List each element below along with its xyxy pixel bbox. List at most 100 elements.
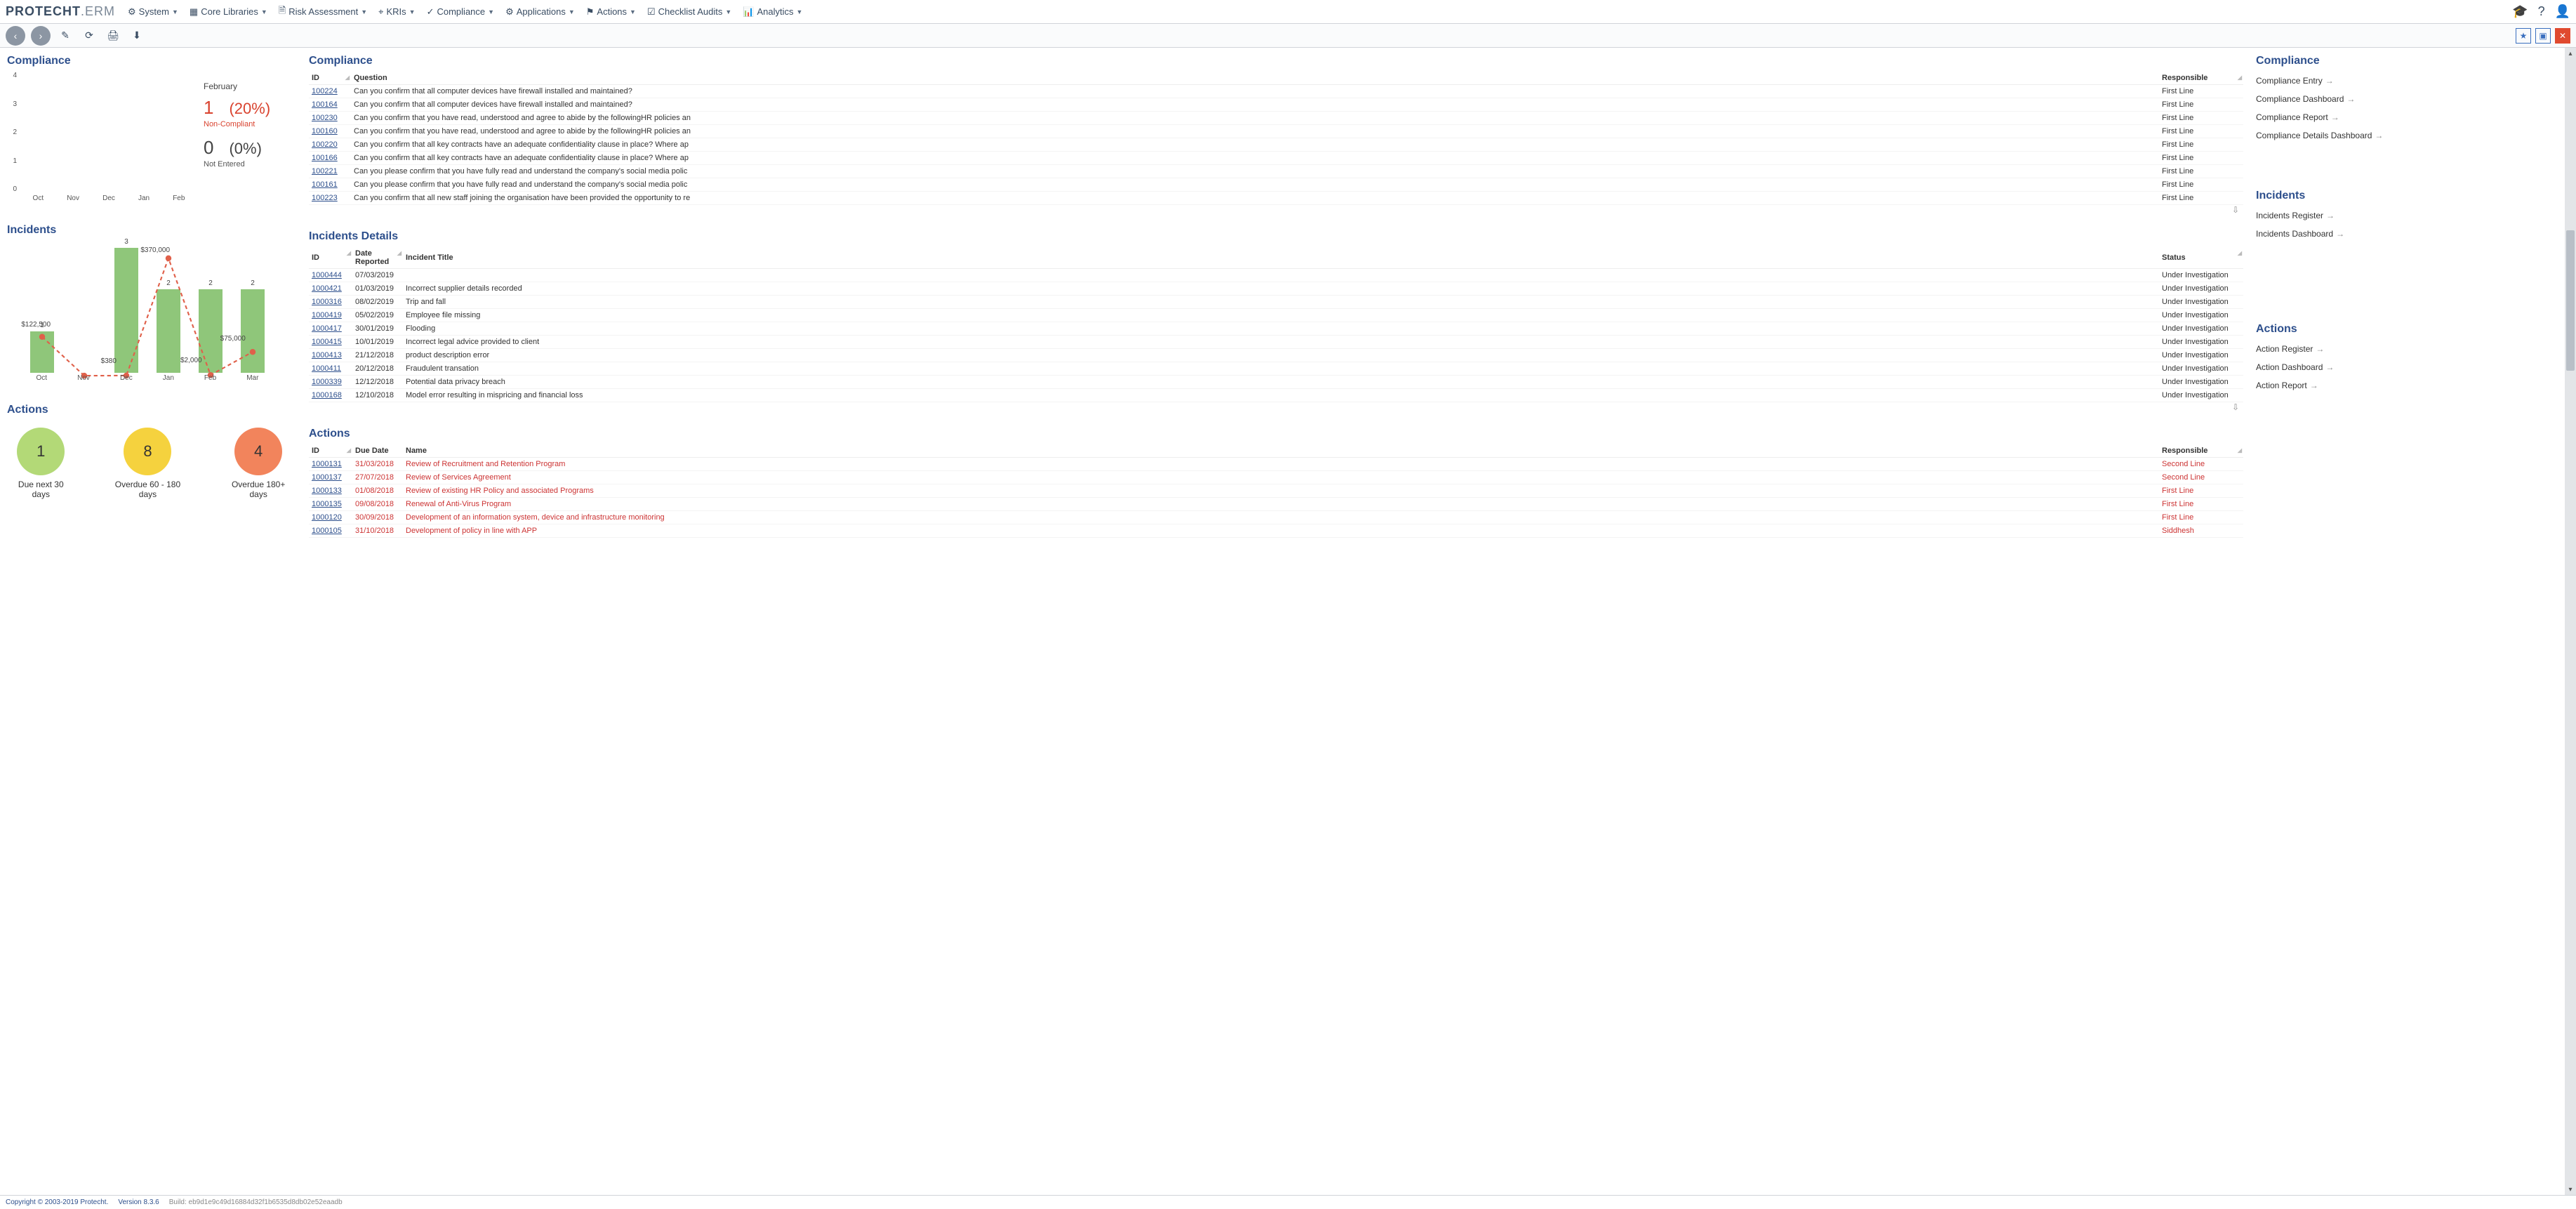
table-row[interactable]: 100031608/02/2019Trip and fallUnder Inve… (309, 296, 2243, 309)
action-circle[interactable]: 8Overdue 60 - 180 days (107, 428, 189, 499)
menu-item-applications[interactable]: ⚙Applications▼ (501, 1, 579, 22)
cell-id[interactable]: 1000105 (309, 524, 352, 538)
compliance-table[interactable]: ID◢ Question Responsible◢ 100224Can you … (309, 72, 2243, 205)
id-link[interactable]: 1000339 (312, 378, 342, 386)
cell-id[interactable]: 1000419 (309, 309, 352, 322)
table-row[interactable]: 100230Can you confirm that you have read… (309, 112, 2243, 125)
th-title[interactable]: Incident Title (403, 247, 2159, 269)
th-id[interactable]: ID◢ (309, 444, 352, 458)
nav-link-compliance-details-dashboard[interactable]: Compliance Details Dashboard → (2256, 126, 2559, 145)
cell-id[interactable]: 1000316 (309, 296, 352, 309)
table-row[interactable]: 100013131/03/2018Review of Recruitment a… (309, 458, 2243, 471)
table-row[interactable]: 100012030/09/2018Development of an infor… (309, 511, 2243, 524)
table-row[interactable]: 100220Can you confirm that all key contr… (309, 138, 2243, 152)
id-link[interactable]: 100224 (312, 87, 338, 95)
th-date[interactable]: Date Reported◢ (352, 247, 403, 269)
maximize-button[interactable]: ▣ (2535, 28, 2551, 44)
id-link[interactable]: 100166 (312, 154, 338, 162)
menu-item-kris[interactable]: ⌖KRIs▼ (374, 1, 419, 22)
close-button[interactable]: ✕ (2555, 28, 2570, 44)
cell-id[interactable]: 1000417 (309, 322, 352, 336)
table-row[interactable]: 100161Can you please confirm that you ha… (309, 178, 2243, 192)
cell-id[interactable]: 100223 (309, 192, 351, 205)
id-link[interactable]: 1000120 (312, 513, 342, 522)
action-circle[interactable]: 1Due next 30 days (10, 428, 72, 499)
graduation-icon[interactable]: 🎓 (2512, 4, 2528, 19)
table-row[interactable]: 100224Can you confirm that all computer … (309, 85, 2243, 98)
table-row[interactable]: 100013301/08/2018Review of existing HR P… (309, 484, 2243, 498)
table-row[interactable]: 100033912/12/2018Potential data privacy … (309, 376, 2243, 389)
forward-button[interactable]: › (31, 26, 51, 46)
menu-item-core-libraries[interactable]: ▦Core Libraries▼ (185, 1, 272, 22)
print-button[interactable]: 🖨 (104, 26, 122, 46)
th-id[interactable]: ID◢ (309, 247, 352, 269)
help-icon[interactable]: ? (2538, 4, 2545, 19)
nav-link-action-report[interactable]: Action Report → (2256, 376, 2559, 395)
id-link[interactable]: 100230 (312, 114, 338, 122)
edit-button[interactable]: ✎ (56, 26, 74, 46)
cell-id[interactable]: 1000413 (309, 349, 352, 362)
footer-copyright[interactable]: Copyright © 2003-2019 Protecht. (6, 1198, 108, 1206)
user-icon[interactable]: 👤 (2555, 4, 2570, 19)
nav-link-incidents-dashboard[interactable]: Incidents Dashboard → (2256, 225, 2559, 243)
th-question[interactable]: Question (351, 72, 2159, 85)
th-due[interactable]: Due Date (352, 444, 403, 458)
id-link[interactable]: 100160 (312, 127, 338, 136)
id-link[interactable]: 1000419 (312, 311, 342, 319)
id-link[interactable]: 100220 (312, 140, 338, 149)
cell-id[interactable]: 100160 (309, 125, 351, 138)
table-row[interactable]: 100223Can you confirm that all new staff… (309, 192, 2243, 205)
nav-link-compliance-dashboard[interactable]: Compliance Dashboard → (2256, 90, 2559, 108)
id-link[interactable]: 100161 (312, 180, 338, 189)
id-link[interactable]: 100223 (312, 194, 338, 202)
id-link[interactable]: 1000316 (312, 298, 342, 306)
compliance-bar-chart[interactable]: 43210 OctNovDecJanFeb (7, 72, 197, 209)
table-row[interactable]: 100041321/12/2018product description err… (309, 349, 2243, 362)
table-row[interactable]: 100041730/01/2019FloodingUnder Investiga… (309, 322, 2243, 336)
cell-id[interactable]: 1000421 (309, 282, 352, 296)
incidents-table[interactable]: ID◢ Date Reported◢ Incident Title Status… (309, 247, 2243, 402)
id-link[interactable]: 1000133 (312, 487, 342, 495)
favorite-button[interactable]: ★ (2516, 28, 2531, 44)
id-link[interactable]: 1000137 (312, 473, 342, 482)
table-row[interactable]: 100044407/03/2019Under Investigation (309, 269, 2243, 282)
menu-item-system[interactable]: ⚙System▼ (124, 1, 182, 22)
action-circle[interactable]: 4Overdue 180+ days (223, 428, 293, 499)
scroll-thumb[interactable] (2566, 230, 2575, 371)
table-row[interactable]: 100016812/10/2018Model error resulting i… (309, 389, 2243, 402)
table-row[interactable]: 100221Can you please confirm that you ha… (309, 165, 2243, 178)
cell-id[interactable]: 100220 (309, 138, 351, 152)
vertical-scrollbar[interactable]: ▴ ▾ (2565, 48, 2576, 1195)
compliance-scroll-down[interactable]: ⇩ (309, 205, 2243, 215)
nav-link-action-dashboard[interactable]: Action Dashboard → (2256, 358, 2559, 376)
id-link[interactable]: 1000105 (312, 527, 342, 535)
cell-id[interactable]: 1000120 (309, 511, 352, 524)
table-row[interactable]: 100166Can you confirm that all key contr… (309, 152, 2243, 165)
table-row[interactable]: 100013727/07/2018Review of Services Agre… (309, 471, 2243, 484)
cell-id[interactable]: 1000133 (309, 484, 352, 498)
scroll-down-arrow[interactable]: ▾ (2565, 1184, 2576, 1195)
menu-item-checklist-audits[interactable]: ☑Checklist Audits▼ (643, 1, 736, 22)
table-row[interactable]: 100041905/02/2019Employee file missingUn… (309, 309, 2243, 322)
cell-id[interactable]: 1000168 (309, 389, 352, 402)
nav-link-incidents-register[interactable]: Incidents Register → (2256, 206, 2559, 225)
cell-id[interactable]: 100161 (309, 178, 351, 192)
cell-id[interactable]: 100224 (309, 85, 351, 98)
nav-link-compliance-entry[interactable]: Compliance Entry → (2256, 72, 2559, 90)
refresh-button[interactable]: ⟳ (80, 26, 98, 46)
th-status[interactable]: Status◢ (2159, 247, 2243, 269)
cell-id[interactable]: 1000137 (309, 471, 352, 484)
cell-id[interactable]: 1000131 (309, 458, 352, 471)
table-row[interactable]: 100013509/08/2018Renewal of Anti-Virus P… (309, 498, 2243, 511)
menu-item-analytics[interactable]: 📊Analytics▼ (738, 1, 806, 22)
id-link[interactable]: 1000421 (312, 284, 342, 293)
id-link[interactable]: 100221 (312, 167, 338, 176)
id-link[interactable]: 1000411 (312, 364, 341, 373)
th-name[interactable]: Name (403, 444, 2159, 458)
scroll-up-arrow[interactable]: ▴ (2565, 48, 2576, 59)
actions-table[interactable]: ID◢ Due Date Name Responsible◢ 100013131… (309, 444, 2243, 538)
table-row[interactable]: 100042101/03/2019Incorrect supplier deta… (309, 282, 2243, 296)
cell-id[interactable]: 1000415 (309, 336, 352, 349)
cell-id[interactable]: 100221 (309, 165, 351, 178)
cell-id[interactable]: 1000135 (309, 498, 352, 511)
